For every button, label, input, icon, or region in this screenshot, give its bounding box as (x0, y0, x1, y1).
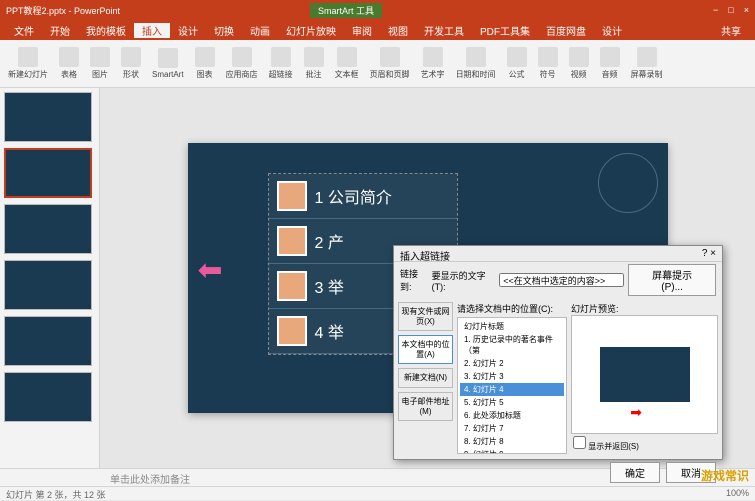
tab-baidu[interactable]: 百度网盘 (538, 23, 594, 38)
context-tab: SmartArt 工具 (310, 3, 382, 18)
tree-item-selected: 4. 幻灯片 4 (460, 383, 564, 396)
dialog-help-button[interactable]: ? (702, 248, 708, 259)
tab-pdf[interactable]: PDF工具集 (472, 23, 538, 38)
video-button[interactable]: 视频 (565, 45, 593, 82)
slide-thumb-6[interactable] (4, 372, 92, 422)
display-label: 要显示的文字(T): (432, 269, 496, 292)
tree-item: 5. 幻灯片 5 (460, 396, 564, 409)
addin-button[interactable]: 应用商店 (222, 45, 262, 82)
tree-item: 1. 历史记录中的著名事件（第 (460, 333, 564, 357)
symbol-button[interactable]: 符号 (534, 45, 562, 82)
slide-thumb-5[interactable] (4, 316, 92, 366)
comment-button[interactable]: 批注 (300, 45, 328, 82)
tree-item: 6. 此处添加标题 (460, 409, 564, 422)
wordart-button[interactable]: 艺术字 (417, 45, 449, 82)
tab-template[interactable]: 我的模板 (78, 23, 134, 38)
tab-file[interactable]: 文件 (6, 23, 42, 38)
status-zoom: 100% (726, 488, 749, 499)
share-button[interactable]: 共享 (713, 23, 749, 38)
slide-thumb-3[interactable] (4, 204, 92, 254)
location-tree[interactable]: 幻灯片标题 1. 历史记录中的著名事件（第 2. 幻灯片 2 3. 幻灯片 3 … (457, 317, 567, 454)
table-button[interactable]: 表格 (55, 45, 83, 82)
linkto-existing-file[interactable]: 现有文件或网页(X) (398, 302, 453, 331)
tree-item: 8. 幻灯片 8 (460, 435, 564, 448)
slide-thumb-1[interactable] (4, 92, 92, 142)
tab-smartart-design[interactable]: 设计 (594, 23, 630, 38)
tree-item: 9. 幻灯片 9 (460, 448, 564, 454)
tab-animation[interactable]: 动画 (242, 23, 278, 38)
tree-item: 7. 幻灯片 7 (460, 422, 564, 435)
status-slide-count: 幻灯片 第 2 张，共 12 张 (6, 488, 106, 499)
list-item-1: 1 公司简介 (315, 184, 392, 208)
ring-decoration (598, 153, 658, 213)
shapes-button[interactable]: 形状 (117, 45, 145, 82)
header-button[interactable]: 页眉和页脚 (366, 45, 414, 82)
tree-item: 幻灯片标题 (460, 320, 564, 333)
minimize-button[interactable]: − (713, 5, 718, 15)
left-arrow-shape[interactable]: ⬅ (198, 253, 223, 288)
tab-review[interactable]: 审阅 (344, 23, 380, 38)
tab-view[interactable]: 视图 (380, 23, 416, 38)
slide-thumb-2[interactable] (4, 148, 92, 198)
tab-transition[interactable]: 切换 (206, 23, 242, 38)
slide-thumbnails (0, 88, 100, 468)
chart-button[interactable]: 图表 (191, 45, 219, 82)
screenrec-button[interactable]: 屏幕录制 (627, 45, 667, 82)
textbox-button[interactable]: 文本框 (331, 45, 363, 82)
picture-button[interactable]: 图片 (86, 45, 114, 82)
list-item-4: 4 举 (315, 319, 344, 343)
tree-item: 2. 幻灯片 2 (460, 357, 564, 370)
display-text-input[interactable] (499, 273, 624, 287)
ok-button[interactable]: 确定 (610, 462, 660, 483)
tree-label: 请选择文档中的位置(C): (457, 302, 567, 315)
linkto-place-in-doc[interactable]: 本文档中的位置(A) (398, 335, 453, 364)
app-title: PPT教程2.pptx - PowerPoint (6, 4, 120, 17)
tab-design[interactable]: 设计 (170, 23, 206, 38)
preview-label: 幻灯片预览: (571, 302, 718, 315)
dialog-title: 插入超链接 (400, 248, 450, 259)
new-slide-button[interactable]: 新建幻灯片 (4, 45, 52, 82)
maximize-button[interactable]: □ (728, 5, 733, 15)
linkto-new-doc[interactable]: 新建文档(N) (398, 368, 453, 388)
insert-hyperlink-dialog: 插入超链接 ? × 链接到: 要显示的文字(T): 屏幕提示(P)... 现有文… (393, 245, 723, 460)
list-item-2: 2 产 (315, 229, 344, 253)
slide-thumb-4[interactable] (4, 260, 92, 310)
watermark: 游戏常识 (701, 467, 749, 484)
linkto-label: 链接到: (400, 267, 428, 293)
list-item-3: 3 举 (315, 274, 344, 298)
linkto-email[interactable]: 电子邮件地址(M) (398, 392, 453, 421)
tab-home[interactable]: 开始 (42, 23, 78, 38)
annotation-arrow-icon: ➡ (630, 404, 642, 421)
tab-insert[interactable]: 插入 (134, 23, 170, 38)
datetime-button[interactable]: 日期和时间 (452, 45, 500, 82)
equation-button[interactable]: 公式 (503, 45, 531, 82)
smartart-button[interactable]: SmartArt (148, 46, 188, 81)
tab-dev[interactable]: 开发工具 (416, 23, 472, 38)
dialog-close-button[interactable]: × (710, 248, 716, 259)
tree-item: 3. 幻灯片 3 (460, 370, 564, 383)
audio-button[interactable]: 音频 (596, 45, 624, 82)
slide-preview (571, 315, 718, 434)
tab-slideshow[interactable]: 幻灯片放映 (278, 23, 344, 38)
show-return-checkbox[interactable] (573, 436, 586, 449)
screentip-button[interactable]: 屏幕提示(P)... (628, 264, 716, 296)
ribbon: 新建幻灯片 表格 图片 形状 SmartArt 图表 应用商店 超链接 批注 文… (0, 40, 755, 88)
hyperlink-button[interactable]: 超链接 (265, 45, 297, 82)
close-button[interactable]: × (744, 5, 749, 15)
